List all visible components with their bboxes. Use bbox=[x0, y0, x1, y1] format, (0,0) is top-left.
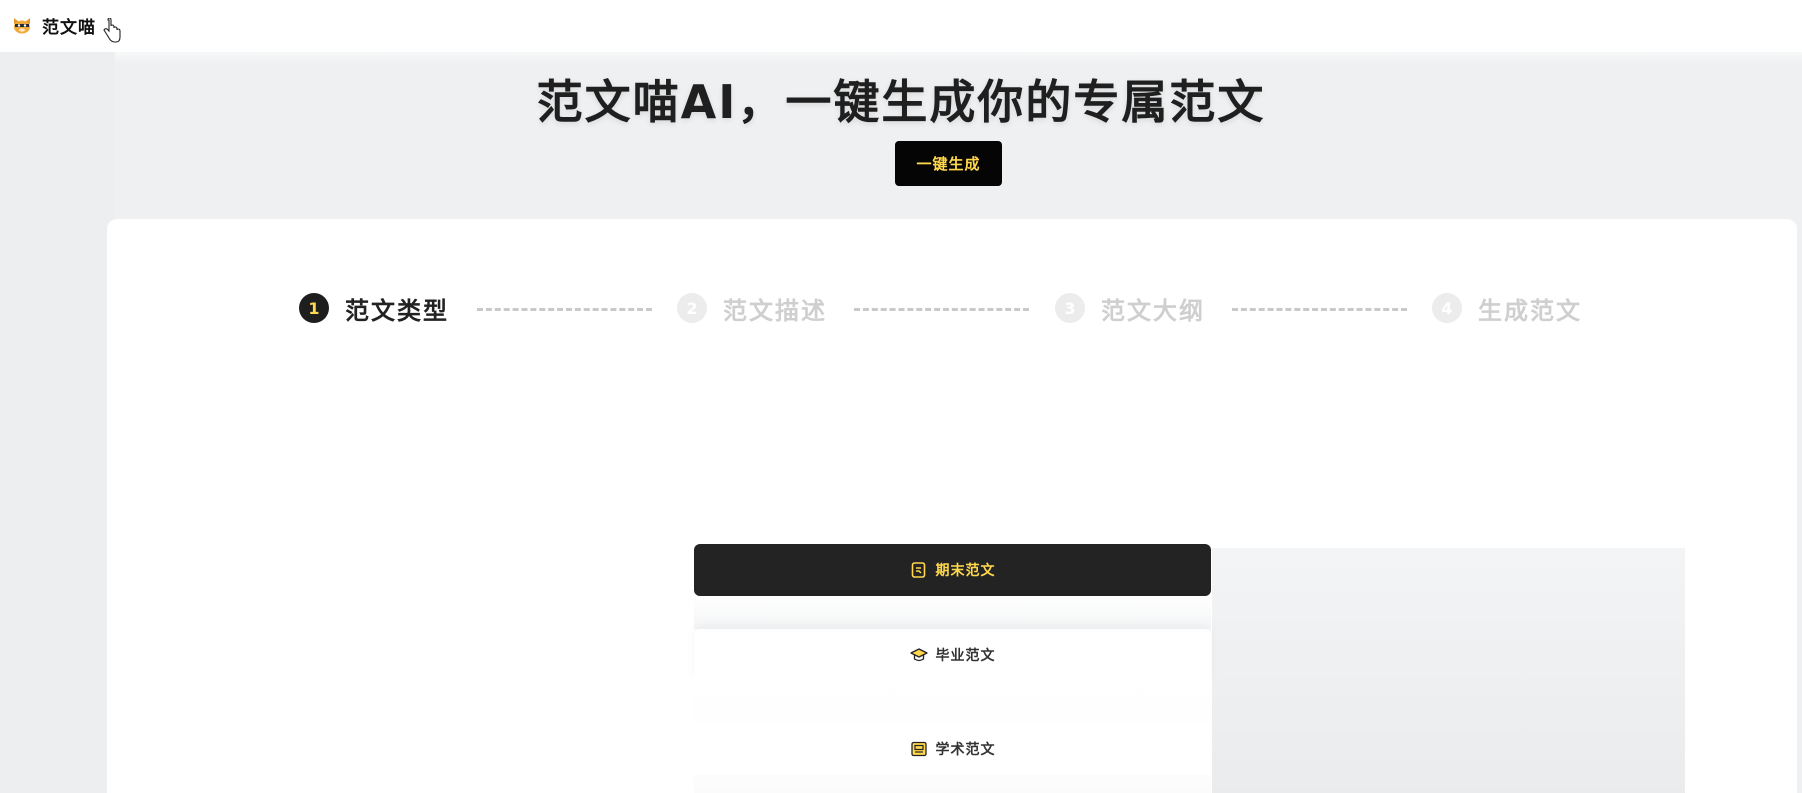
brand[interactable]: 范文喵 bbox=[12, 12, 96, 38]
left-rail bbox=[0, 52, 115, 793]
step-number: 2 bbox=[677, 293, 707, 323]
top-bar: 范文喵 bbox=[0, 0, 1802, 52]
step-essay-type[interactable]: 1 范文类型 bbox=[299, 291, 449, 325]
hero-title: 范文喵AI，一键生成你的专属范文 bbox=[536, 75, 1266, 129]
step-essay-outline[interactable]: 3 范文大纲 bbox=[1055, 291, 1205, 325]
step-label: 范文大纲 bbox=[1101, 296, 1205, 325]
stepper: 1 范文类型 2 范文描述 3 范文大纲 4 生成范文 bbox=[107, 219, 1797, 339]
step-number: 4 bbox=[1432, 293, 1462, 323]
step-essay-description[interactable]: 2 范文描述 bbox=[677, 291, 827, 325]
option-label: 毕业范文 bbox=[935, 648, 996, 664]
essay-type-graduation[interactable]: 毕业范文 bbox=[694, 629, 1211, 681]
essay-type-final-exam[interactable]: 期末范文 bbox=[694, 544, 1211, 596]
page: 范文喵 范文喵AI，一键生成你的专属范文 一键生成 1 范文类型 2 范文描述 … bbox=[0, 0, 1802, 793]
hand-pointer-icon bbox=[103, 18, 121, 43]
academic-book-icon bbox=[910, 741, 927, 757]
step-connector bbox=[854, 308, 1029, 311]
option-label: 期末范文 bbox=[935, 563, 996, 579]
exam-note-icon bbox=[911, 562, 925, 578]
top-bar-shadow bbox=[0, 52, 1802, 64]
step-generate-essay[interactable]: 4 生成范文 bbox=[1432, 291, 1582, 325]
option-label: 学术范文 bbox=[935, 742, 996, 758]
step-number: 1 bbox=[299, 293, 329, 323]
step-label: 范文类型 bbox=[345, 296, 449, 325]
step-number: 3 bbox=[1055, 293, 1085, 323]
step-label: 范文描述 bbox=[723, 296, 827, 325]
side-panel bbox=[1212, 548, 1685, 793]
cat-logo-icon bbox=[14, 18, 30, 34]
brand-name: 范文喵 bbox=[42, 17, 96, 38]
graduation-cap-icon bbox=[909, 648, 928, 662]
essay-type-academic[interactable]: 学术范文 bbox=[694, 723, 1211, 775]
step-connector bbox=[477, 308, 652, 311]
generate-button[interactable]: 一键生成 bbox=[895, 141, 1002, 186]
step-label: 生成范文 bbox=[1478, 296, 1582, 325]
step-connector bbox=[1232, 308, 1407, 311]
main-card: 1 范文类型 2 范文描述 3 范文大纲 4 生成范文 期末范文 毕业范文 学术… bbox=[107, 219, 1797, 793]
option-spacer bbox=[694, 596, 1211, 629]
